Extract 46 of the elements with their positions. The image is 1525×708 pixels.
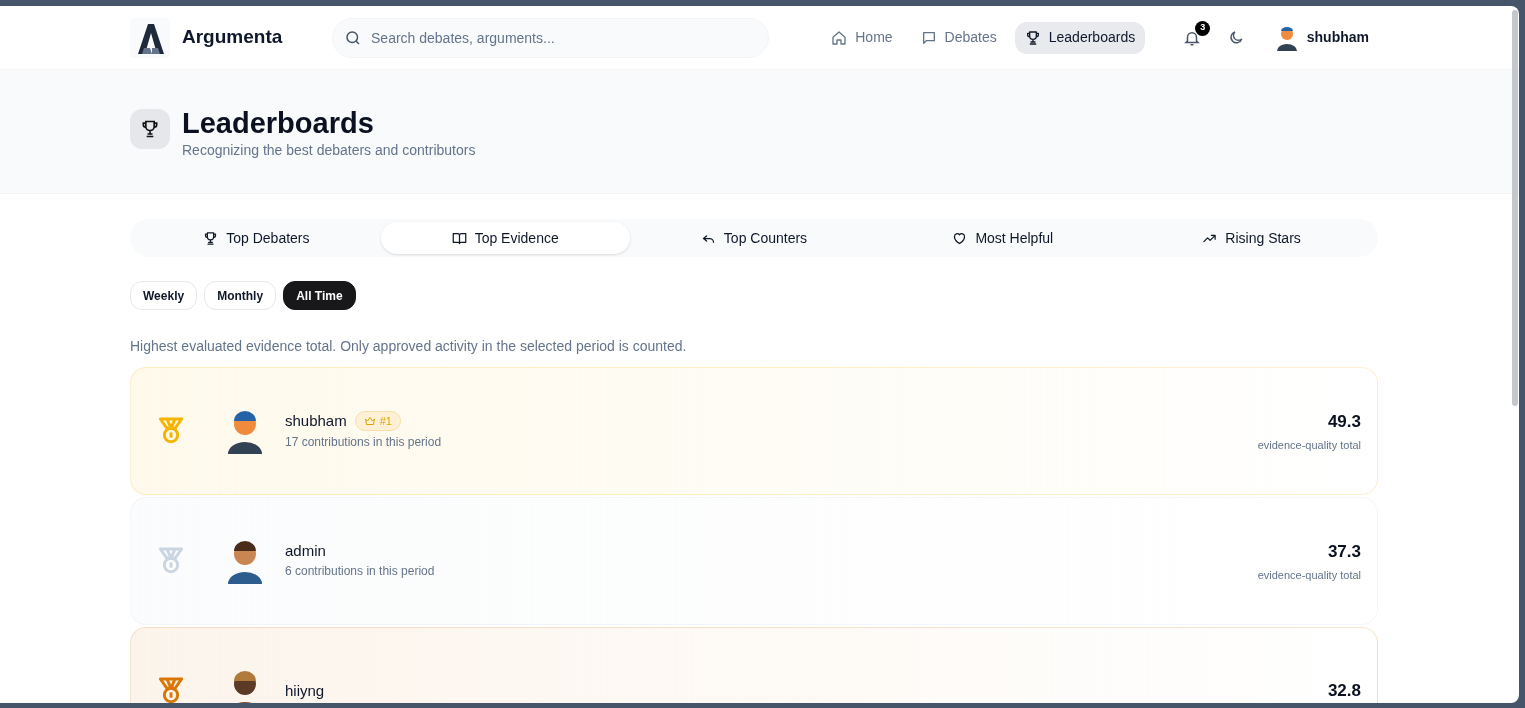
- notification-count: 3: [1195, 20, 1211, 36]
- avatar-icon: [227, 408, 263, 454]
- book-icon: [451, 230, 467, 246]
- score: 37.3: [1327, 540, 1361, 563]
- search-icon: [344, 28, 362, 47]
- heart-icon: [952, 230, 968, 246]
- tab[interactable]: Most Helpful: [878, 222, 1128, 254]
- contribution-count: 17 contributions in this period: [285, 434, 442, 451]
- score: 49.3: [1327, 410, 1361, 433]
- search-field[interactable]: Search debates, arguments...: [332, 17, 770, 58]
- score-label: evidence-quality total: [1257, 568, 1361, 583]
- avatar-icon[interactable]: [1274, 24, 1299, 51]
- page-title: Leaderboards: [182, 106, 375, 140]
- description-text: Highest evaluated evidence total. Only approved activity in the selected period is counted.: [130, 337, 688, 356]
- leaderboard-card[interactable]: admin 6 contributions in this period 37.3 evidence-quality total: [130, 497, 1378, 625]
- trophy-icon: [130, 109, 170, 149]
- user-name[interactable]: admin: [285, 542, 326, 560]
- scrollbar-thumb[interactable]: [1512, 10, 1518, 406]
- home-icon: [831, 29, 848, 46]
- nav-link[interactable]: Debates: [910, 21, 1007, 54]
- page-subtitle: Recognizing the best debaters and contributors: [182, 141, 476, 160]
- nav-link[interactable]: Leaderboards: [1014, 21, 1146, 54]
- avatar-icon: [227, 538, 263, 584]
- tab[interactable]: Rising Stars: [1127, 222, 1376, 254]
- tab[interactable]: Top Counters: [629, 222, 879, 254]
- user-name[interactable]: shubham: [285, 412, 347, 430]
- user-name[interactable]: hiiyng: [285, 682, 325, 700]
- leaderboard-card[interactable]: shubham #1 17 contributions in this period 49.3 evidence-quality total: [130, 367, 1378, 495]
- period-button[interactable]: Monthly: [204, 281, 277, 310]
- nav-link[interactable]: Home: [821, 21, 903, 54]
- period-button[interactable]: Weekly: [130, 281, 198, 310]
- tab[interactable]: Top Evidence: [380, 222, 630, 254]
- contribution-count: 6 contributions in this period: [285, 563, 435, 580]
- tab[interactable]: Top Debaters: [132, 222, 381, 254]
- brand-name: Argumenta: [182, 25, 283, 50]
- score-label: evidence-quality total: [1257, 438, 1361, 453]
- logo-icon: [130, 17, 170, 58]
- speech-bubble-icon: [920, 29, 937, 46]
- trophy-icon: [1024, 29, 1041, 46]
- score: 32.8: [1327, 680, 1361, 703]
- user-name[interactable]: shubham: [1306, 27, 1369, 48]
- trophy-icon: [203, 230, 219, 246]
- period-button[interactable]: All Time: [283, 281, 356, 310]
- rank-badge: #1: [354, 411, 401, 431]
- moon-icon[interactable]: [1228, 29, 1245, 46]
- leaderboard-card[interactable]: hiiyng 32.8: [130, 627, 1378, 703]
